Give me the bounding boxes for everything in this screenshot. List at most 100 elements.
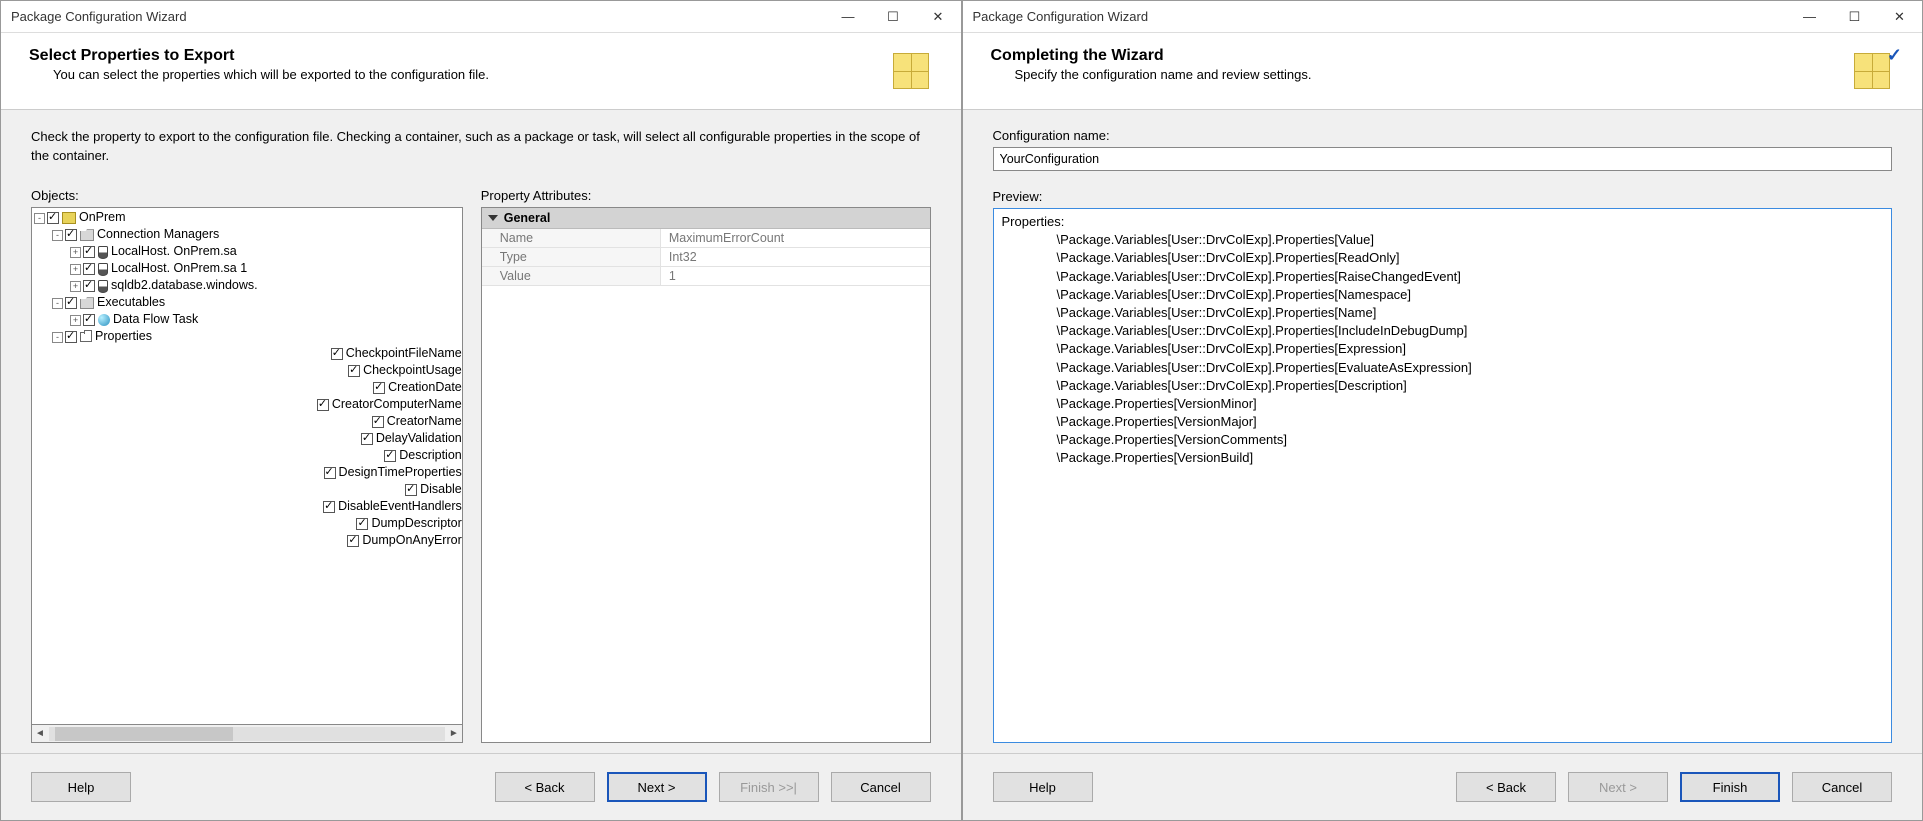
tree-node[interactable]: CreatorComputerName (34, 397, 462, 414)
checkbox[interactable] (331, 348, 343, 360)
close-button[interactable]: ✕ (1877, 2, 1922, 32)
tree-node[interactable]: +Data Flow Task (34, 312, 462, 329)
expand-icon[interactable]: + (70, 315, 81, 326)
window-title: Package Configuration Wizard (11, 9, 826, 24)
help-button[interactable]: Help (31, 772, 131, 802)
tree-node-label: CreatorComputerName (332, 397, 462, 413)
horizontal-scrollbar[interactable]: ◄► (31, 725, 463, 743)
collapse-icon[interactable]: - (52, 230, 63, 241)
intro-text: Check the property to export to the conf… (31, 128, 931, 166)
checkbox[interactable] (372, 416, 384, 428)
minimize-button[interactable]: — (826, 2, 871, 32)
conn-icon (98, 246, 108, 259)
checkbox[interactable] (373, 382, 385, 394)
attr-row[interactable]: TypeInt32 (482, 248, 930, 267)
tree-node-label: Executables (97, 295, 165, 311)
tree-node[interactable]: - Executables (34, 295, 462, 312)
preview-line: \Package.Variables[User::DrvColExp].Prop… (1002, 304, 1890, 322)
checkbox[interactable] (323, 501, 335, 513)
attr-group-name: General (504, 211, 551, 225)
tree-node[interactable]: DesignTimeProperties (34, 465, 462, 482)
checkbox[interactable] (83, 314, 95, 326)
collapse-icon[interactable]: - (52, 332, 63, 343)
page-title: Select Properties to Export (29, 47, 883, 65)
titlebar: Package Configuration Wizard — ☐ ✕ (963, 1, 1923, 33)
tree-node-label: Connection Managers (97, 227, 219, 243)
tree-node[interactable]: - OnPrem (34, 210, 462, 227)
config-name-input[interactable] (993, 147, 1893, 171)
tree-node[interactable]: CreatorName (34, 414, 462, 431)
tree-node-label: Disable (420, 482, 462, 498)
checkbox[interactable] (405, 484, 417, 496)
cancel-button[interactable]: Cancel (1792, 772, 1892, 802)
tree-node[interactable]: +LocalHost. OnPrem.sa 1 (34, 261, 462, 278)
attr-name: Value (482, 267, 661, 285)
checkbox[interactable] (65, 229, 77, 241)
checkbox[interactable] (324, 467, 336, 479)
expand-icon[interactable]: + (70, 264, 81, 275)
expand-icon[interactable]: + (70, 247, 81, 258)
help-button[interactable]: Help (993, 772, 1093, 802)
attr-group-header[interactable]: General (482, 208, 930, 229)
tree-node[interactable]: DumpDescriptor (34, 516, 462, 533)
tree-node[interactable]: + LocalHost. OnPrem.sa (34, 244, 462, 261)
tree-node[interactable]: -Properties (34, 329, 462, 346)
next-button[interactable]: Next > (607, 772, 707, 802)
checkbox[interactable] (384, 450, 396, 462)
preview-box[interactable]: Properties: \Package.Variables[User::Drv… (993, 208, 1893, 743)
attr-name: Name (482, 229, 661, 247)
tree-node-label: LocalHost. OnPrem.sa (111, 244, 237, 260)
tree-node[interactable]: CheckpointUsage (34, 363, 462, 380)
tree-node[interactable]: + sqldb2.database.windows. (34, 278, 462, 295)
checkbox[interactable] (65, 331, 77, 343)
checkbox[interactable] (83, 263, 95, 275)
wizard-icon (891, 47, 939, 95)
finish-button[interactable]: Finish (1680, 772, 1780, 802)
attr-row[interactable]: Value1 (482, 267, 930, 286)
page-subtitle: You can select the properties which will… (29, 67, 883, 82)
collapse-icon[interactable]: - (52, 298, 63, 309)
checkbox[interactable] (65, 297, 77, 309)
checkbox[interactable] (317, 399, 329, 411)
close-button[interactable]: ✕ (916, 2, 961, 32)
objects-tree[interactable]: -OnPrem-Connection Managers+LocalHost. O… (31, 207, 463, 725)
tree-node[interactable]: CreationDate (34, 380, 462, 397)
back-button[interactable]: < Back (1456, 772, 1556, 802)
tree-node-label: DumpOnAnyError (362, 533, 461, 549)
tree-node[interactable]: DelayValidation (34, 431, 462, 448)
tree-node[interactable]: CheckpointFileName (34, 346, 462, 363)
checkbox[interactable] (348, 365, 360, 377)
cancel-button[interactable]: Cancel (831, 772, 931, 802)
minimize-button[interactable]: — (1787, 2, 1832, 32)
back-button[interactable]: < Back (495, 772, 595, 802)
checkbox[interactable] (83, 246, 95, 258)
tree-node[interactable]: Disable (34, 482, 462, 499)
tree-node-label: OnPrem (79, 210, 126, 226)
checkbox[interactable] (361, 433, 373, 445)
attr-row[interactable]: NameMaximumErrorCount (482, 229, 930, 248)
attributes-grid[interactable]: General NameMaximumErrorCountTypeInt32Va… (481, 207, 931, 743)
checkbox[interactable] (83, 280, 95, 292)
tree-node[interactable]: Description (34, 448, 462, 465)
wizard-header: Completing the Wizard Specify the config… (963, 33, 1923, 110)
finish-button: Finish >>| (719, 772, 819, 802)
maximize-button[interactable]: ☐ (1832, 2, 1877, 32)
wizard-header: Select Properties to Export You can sele… (1, 33, 961, 110)
folder-icon (80, 229, 94, 241)
checkbox[interactable] (356, 518, 368, 530)
tree-node[interactable]: DisableEventHandlers (34, 499, 462, 516)
page-subtitle: Specify the configuration name and revie… (991, 67, 1845, 82)
checkbox[interactable] (347, 535, 359, 547)
tree-node[interactable]: DumpOnAnyError (34, 533, 462, 550)
folder-icon (80, 297, 94, 309)
maximize-button[interactable]: ☐ (871, 2, 916, 32)
preview-line: \Package.Variables[User::DrvColExp].Prop… (1002, 286, 1890, 304)
next-button: Next > (1568, 772, 1668, 802)
checkbox[interactable] (47, 212, 59, 224)
collapse-icon[interactable]: - (34, 213, 45, 224)
expand-icon[interactable]: + (70, 281, 81, 292)
tree-node[interactable]: - Connection Managers (34, 227, 462, 244)
chevron-down-icon (488, 215, 498, 221)
preview-line: \Package.Variables[User::DrvColExp].Prop… (1002, 340, 1890, 358)
page-title: Completing the Wizard (991, 47, 1845, 65)
